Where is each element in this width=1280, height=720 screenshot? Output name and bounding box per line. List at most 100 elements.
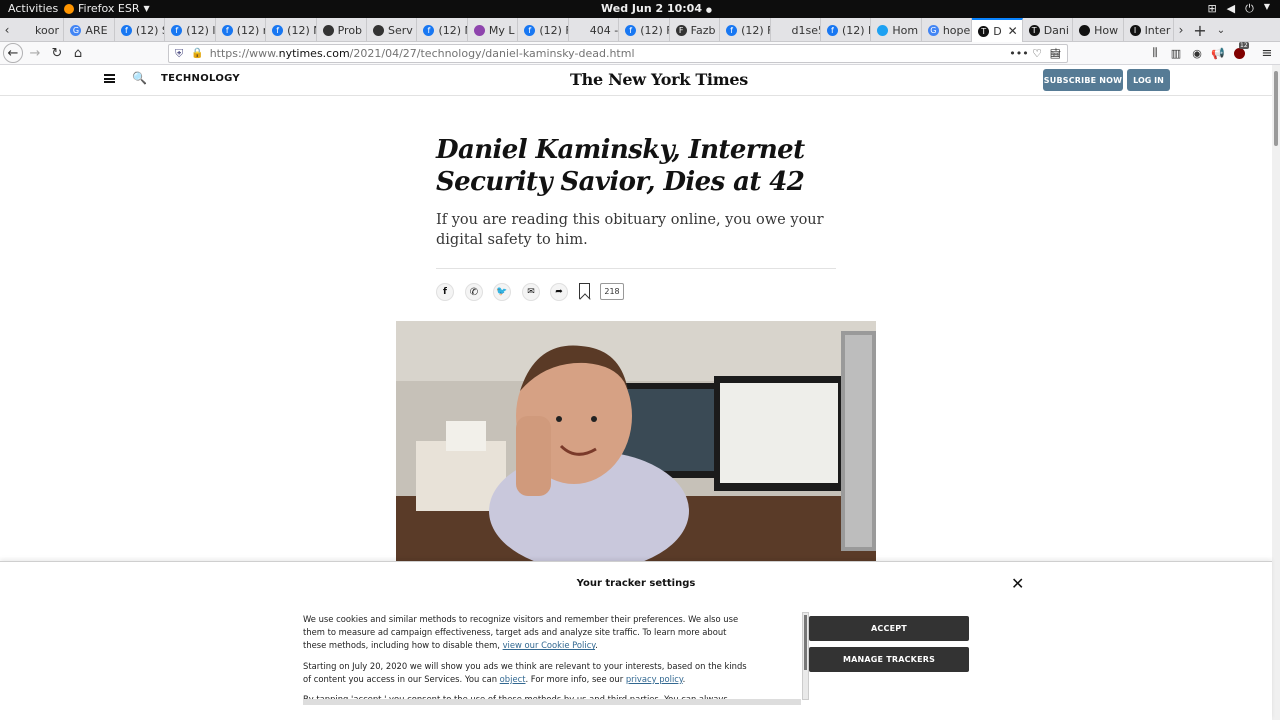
app-menu-label: Firefox ESR (78, 2, 140, 15)
tracking-protection-shield-icon[interactable]: ⛨ (175, 47, 183, 61)
browser-tab[interactable]: My L (468, 18, 519, 42)
clock[interactable]: Wed Jun 2 10:04 ● (601, 2, 712, 15)
close-tab-icon[interactable]: ✕ (1008, 24, 1018, 38)
browser-tab[interactable]: f(12) N (417, 18, 468, 42)
url-bar[interactable]: ⛨ 🔒 https://www.nytimes.com/2021/04/27/t… (168, 44, 1068, 63)
account-icon[interactable]: ◉ (1188, 44, 1206, 62)
tab-label: (12) F (539, 23, 569, 37)
tab-favicon-icon: f (272, 24, 284, 36)
dialog-scrollbar-thumb[interactable] (804, 615, 807, 670)
back-button[interactable]: ← (3, 43, 23, 63)
browser-tab[interactable]: I Inter (1124, 18, 1174, 42)
reload-button[interactable]: ↻ (48, 44, 66, 62)
list-all-tabs-button[interactable]: ⌄ (1214, 18, 1228, 42)
browser-tab[interactable]: G ARE (64, 18, 115, 42)
ublock-icon (1233, 47, 1245, 59)
sidebar-icon[interactable]: ▥ (1167, 44, 1185, 62)
facebook-share-button[interactable]: f (436, 283, 454, 301)
dialog-horizontal-scrollbar[interactable] (303, 699, 801, 705)
browser-tab[interactable]: d1se5en (771, 18, 821, 42)
home-button[interactable]: ⌂ (69, 44, 87, 62)
close-icon[interactable]: ✕ (1011, 576, 1024, 592)
browser-tab[interactable]: f (12) F (518, 18, 569, 42)
page-scrollbar[interactable] (1272, 65, 1280, 720)
browser-tab[interactable]: f (12) l (165, 18, 216, 42)
twitter-share-button[interactable]: 🐦 (493, 283, 511, 301)
email-share-button[interactable]: ✉ (522, 283, 540, 301)
hamburger-menu-icon[interactable]: ≡ (1258, 44, 1276, 62)
arrow-left-icon: ← (7, 45, 19, 61)
new-tab-button[interactable]: + (1193, 18, 1207, 42)
tab-label: (12) F (640, 23, 670, 37)
facebook-icon: f (443, 287, 447, 297)
browser-tab[interactable]: f(12) n (216, 18, 267, 42)
browser-tab[interactable]: 404 - N (569, 18, 620, 42)
tab-favicon-icon: f (726, 24, 738, 36)
object-link[interactable]: object (500, 674, 526, 684)
chevron-down-icon: ▼ (143, 4, 150, 13)
page-actions-menu-icon[interactable]: ••• (1009, 44, 1028, 62)
scroll-tabs-left-button[interactable]: ‹ (0, 18, 14, 42)
power-icon: ⏻ (1245, 2, 1254, 15)
tab-label: (12) l (186, 23, 216, 37)
url-text[interactable]: https://www.nytimes.com/2021/04/27/techn… (210, 47, 635, 60)
accept-button[interactable]: ACCEPT (809, 616, 969, 641)
tab-favicon-icon (20, 25, 31, 36)
dialog-scrollbar[interactable] (802, 612, 809, 700)
app-menu[interactable]: Firefox ESR ▼ (64, 2, 150, 15)
tab-label: (12) N (287, 23, 315, 37)
subscribe-button[interactable]: SUBSCRIBE NOW (1043, 69, 1123, 91)
scroll-tabs-right-button[interactable]: › (1174, 18, 1188, 42)
cookie-policy-link[interactable]: view our Cookie Policy (503, 640, 595, 650)
tab-label: (12) n (236, 23, 265, 37)
browser-tab[interactable]: Serv (367, 18, 418, 42)
browser-tab[interactable]: f (12) F (720, 18, 771, 42)
more-share-button[interactable]: ➦ (550, 283, 568, 301)
login-button[interactable]: LOG IN (1127, 69, 1170, 91)
browser-tab[interactable]: f (12) F (821, 18, 872, 42)
bookmark-star-icon[interactable]: ☆ (1047, 44, 1065, 62)
browser-tab[interactable]: Prob (317, 18, 368, 42)
tab-favicon-icon: G (70, 24, 82, 36)
forward-button[interactable]: → (26, 44, 44, 62)
comments-button[interactable]: 218 (600, 283, 624, 300)
ublock-extension-button[interactable]: 12 (1230, 42, 1249, 62)
browser-tab[interactable]: f (12) F (619, 18, 670, 42)
tab-favicon-icon: f (120, 24, 132, 36)
browser-tab[interactable]: T Dani (1023, 18, 1074, 42)
manage-trackers-button[interactable]: MANAGE TRACKERS (809, 647, 969, 672)
save-bookmark-icon[interactable] (579, 283, 590, 299)
lock-icon[interactable]: 🔒 (191, 48, 203, 59)
browser-tab[interactable]: T D ✕ (972, 18, 1023, 42)
whatsapp-share-button[interactable]: ✆ (465, 283, 483, 301)
reload-icon: ↻ (51, 45, 63, 61)
scrollbar-thumb[interactable] (1274, 71, 1278, 146)
pocket-icon[interactable]: ♡ (1028, 44, 1046, 62)
sections-menu-icon[interactable] (104, 74, 115, 83)
tab-label: d1se5en (791, 23, 820, 37)
browser-tab[interactable]: F Fazb (670, 18, 721, 42)
chevron-down-icon: ▼ (1263, 2, 1270, 11)
nyt-logo[interactable]: The New York Times (570, 70, 748, 89)
tab-favicon-icon: T (1028, 24, 1040, 36)
privacy-policy-link[interactable]: privacy policy (626, 674, 683, 684)
browser-tab[interactable]: f(12) N (266, 18, 317, 42)
library-icon[interactable]: ⫼ (1146, 44, 1164, 62)
tab-label: Serv (388, 23, 413, 37)
browser-tab[interactable]: Hom (871, 18, 922, 42)
tab-favicon-icon (777, 25, 788, 36)
notification-dot-icon: ● (705, 6, 712, 14)
tab-favicon-icon: T (978, 25, 990, 37)
nyt-header: 🔍 TECHNOLOGY The New York Times SUBSCRIB… (0, 65, 1272, 96)
activities-button[interactable]: Activities (8, 2, 58, 15)
tab-favicon-icon: f (171, 24, 183, 36)
browser-tab[interactable]: f(12) S (115, 18, 166, 42)
system-tray[interactable]: ⊞ ◀ ⏻ ▼ (1207, 2, 1270, 16)
search-icon[interactable]: 🔍 (132, 71, 147, 85)
browser-tab[interactable]: Ghope (922, 18, 973, 42)
megaphone-icon[interactable]: 📢 (1209, 44, 1227, 62)
browser-tab[interactable]: koor (14, 18, 65, 42)
tab-label: koor (35, 23, 59, 37)
browser-tab[interactable]: How (1073, 18, 1124, 42)
section-label[interactable]: TECHNOLOGY (161, 73, 240, 84)
